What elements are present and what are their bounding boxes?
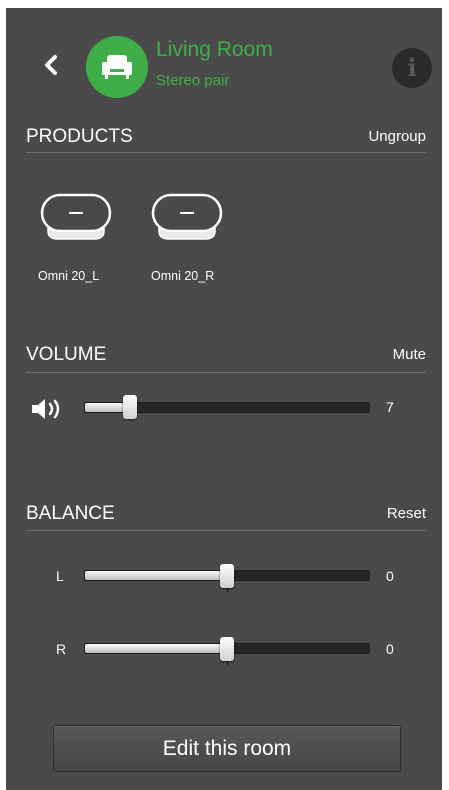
edit-room-button[interactable]: Edit this room — [53, 725, 401, 772]
ungroup-button[interactable]: Ungroup — [368, 128, 426, 145]
speaker-volume-icon[interactable] — [30, 397, 64, 421]
balance-left-slider-thumb[interactable] — [220, 564, 234, 588]
room-title: Living Room — [156, 38, 273, 61]
product-name: Omni 20_L — [38, 269, 100, 283]
volume-heading: VOLUME — [26, 344, 107, 365]
mute-button[interactable]: Mute — [393, 346, 426, 363]
balance-divider — [26, 530, 426, 531]
product-name: Omni 20_R — [151, 269, 215, 283]
volume-value: 7 — [386, 399, 394, 415]
products-divider — [26, 152, 426, 153]
balance-left-label: L — [56, 568, 64, 584]
speaker-icon[interactable] — [38, 191, 114, 243]
balance-left-slider-fill — [85, 571, 228, 580]
reset-button[interactable]: Reset — [387, 505, 426, 522]
balance-right-label: R — [56, 641, 67, 657]
armchair-icon — [102, 55, 132, 79]
room-screen: Living Room Stereo pair i PRODUCTS Ungro… — [6, 8, 442, 790]
balance-right-slider-fill — [85, 644, 228, 653]
room-avatar[interactable] — [86, 36, 148, 98]
volume-divider — [26, 372, 426, 373]
balance-left-value: 0 — [386, 568, 394, 584]
balance-right-value: 0 — [386, 641, 394, 657]
products-heading: PRODUCTS — [26, 126, 133, 147]
balance-right-slider-thumb[interactable] — [220, 637, 234, 661]
balance-heading: BALANCE — [26, 503, 115, 524]
room-subtitle: Stereo pair — [156, 72, 230, 89]
info-icon: i — [407, 53, 417, 82]
speaker-icon[interactable] — [149, 191, 225, 243]
volume-slider-thumb[interactable] — [122, 395, 137, 419]
chevron-left-icon[interactable] — [40, 52, 62, 78]
info-button[interactable]: i — [392, 48, 432, 88]
